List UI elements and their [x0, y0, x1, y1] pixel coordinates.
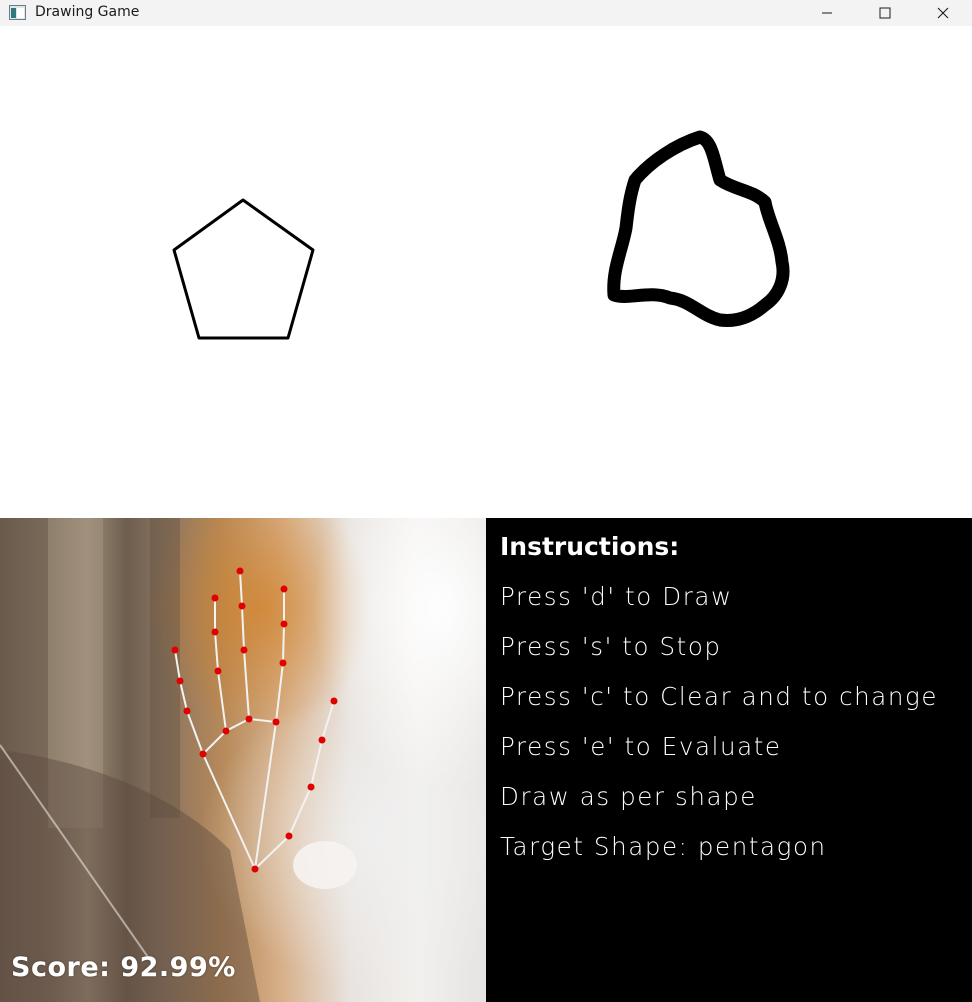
score-label: Score: 92.99%: [11, 952, 236, 983]
window-title: Drawing Game: [35, 4, 140, 20]
instruction-evaluate: Press 'e' to Evaluate: [500, 732, 782, 761]
close-button[interactable]: [920, 0, 966, 26]
instructions-panel: Instructions: Press 'd' to Draw Press 's…: [486, 518, 972, 1002]
camera-feed: [0, 518, 486, 1002]
maximize-button[interactable]: [862, 0, 908, 26]
user-drawn-shape: [607, 130, 790, 327]
app-icon: [9, 5, 26, 20]
target-pentagon-shape: [172, 198, 315, 340]
close-icon: [937, 7, 949, 19]
instructions-title: Instructions:: [500, 532, 680, 561]
minimize-button[interactable]: [804, 0, 850, 26]
title-bar: Drawing Game: [0, 0, 972, 26]
instruction-stop: Press 's' to Stop: [500, 632, 722, 661]
instruction-draw: Press 'd' to Draw: [500, 582, 733, 611]
minimize-icon: [822, 12, 832, 14]
maximize-icon: [879, 7, 891, 19]
drawing-canvas[interactable]: [0, 26, 972, 518]
instruction-clear: Press 'c' to Clear and to change: [500, 682, 939, 711]
target-shape-label: Target Shape: pentagon: [500, 832, 827, 861]
instruction-draw-shape: Draw as per shape: [500, 782, 757, 811]
hand-landmarks-overlay: [0, 518, 357, 1002]
